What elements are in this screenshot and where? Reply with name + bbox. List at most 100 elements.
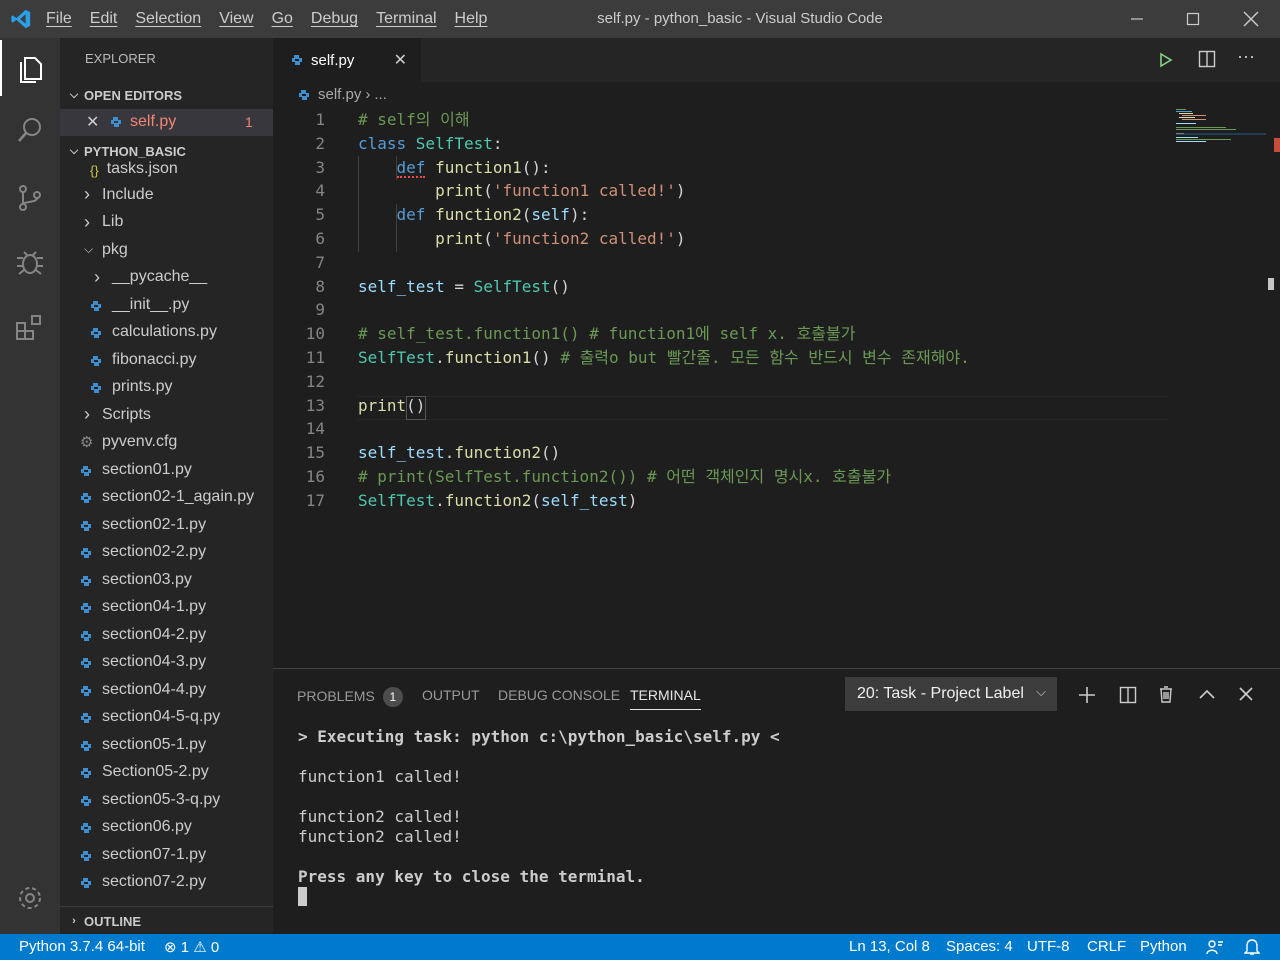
tree-file[interactable]: section02-2.py — [80, 539, 206, 566]
menu-file[interactable]: File — [46, 10, 72, 28]
tree-folder[interactable]: › Lib — [84, 209, 123, 236]
tree-file[interactable]: section04-2.py — [80, 621, 206, 648]
code-token: ): — [569, 205, 590, 225]
open-editors-header[interactable]: ⌵ OPEN EDITORS — [60, 82, 273, 108]
new-terminal-icon[interactable] — [1078, 686, 1096, 704]
minimize-button[interactable] — [1114, 0, 1160, 38]
tree-file[interactable]: fibonacci.py — [90, 346, 197, 373]
menu-terminal[interactable]: Terminal — [376, 10, 436, 28]
language-mode[interactable]: Python — [1140, 938, 1187, 955]
minimap[interactable] — [1176, 108, 1266, 148]
code-token: function2 — [444, 490, 532, 510]
maximize-button[interactable] — [1170, 0, 1216, 38]
tab-problems[interactable]: PROBLEMS 1 — [297, 687, 403, 707]
feedback-icon[interactable] — [1206, 939, 1224, 955]
tree-file[interactable]: section04-4.py — [80, 676, 206, 703]
code-token: ( — [483, 181, 493, 201]
code-token: : — [492, 133, 503, 153]
tree-folder[interactable]: › Include — [84, 181, 154, 208]
close-tab-icon[interactable]: ✕ — [394, 50, 407, 70]
tab-debug-console[interactable]: DEBUG CONSOLE — [498, 687, 620, 703]
search-icon — [18, 118, 41, 142]
split-editor-icon[interactable] — [1198, 50, 1216, 68]
indentation[interactable]: Spaces: 4 — [946, 938, 1013, 955]
tree-file[interactable]: section01.py — [80, 456, 192, 483]
tree-file[interactable]: Section05-2.py — [80, 759, 209, 786]
code-token: ( — [483, 229, 493, 248]
tree-file[interactable]: prints.py — [90, 374, 172, 401]
debug-activity[interactable] — [0, 234, 60, 290]
close-panel-icon[interactable] — [1239, 687, 1253, 701]
tree-file[interactable]: section07-1.py — [80, 841, 206, 868]
menu-debug[interactable]: Debug — [311, 10, 358, 28]
tree-file[interactable]: __init__.py — [90, 291, 189, 318]
notifications-bell-icon[interactable] — [1244, 938, 1260, 956]
settings-activity[interactable] — [0, 870, 60, 926]
explorer-activity[interactable] — [0, 40, 60, 96]
chevron-down-icon: ⌵ — [1036, 684, 1046, 699]
error-count: 1 — [180, 939, 190, 956]
split-terminal-icon[interactable] — [1119, 686, 1137, 704]
tab-label: self.py — [311, 51, 355, 69]
tree-file[interactable]: section05-3-q.py — [80, 786, 220, 813]
encoding[interactable]: UTF-8 — [1027, 938, 1070, 955]
tree-file[interactable]: calculations.py — [90, 319, 217, 346]
tree-file[interactable]: section04-3.py — [80, 649, 206, 676]
outline-header[interactable]: › OUTLINE — [60, 906, 273, 934]
terminal-output[interactable]: > Executing task: python c:\python_basic… — [298, 727, 780, 907]
tree-file[interactable]: section06.py — [80, 814, 192, 841]
python-interpreter[interactable]: Python 3.7.4 64-bit — [19, 938, 145, 955]
search-activity[interactable] — [0, 102, 60, 158]
tree-folder[interactable]: › Scripts — [84, 401, 151, 428]
code-line: 5 def function2(self): — [273, 203, 1263, 227]
tree-file[interactable]: section02-1_again.py — [80, 484, 254, 511]
menu-help[interactable]: Help — [455, 10, 488, 28]
code-line: 7 — [273, 251, 1263, 275]
close-window-button[interactable] — [1228, 0, 1274, 38]
tree-folder[interactable]: ⌵ pkg — [84, 236, 128, 263]
tab-output[interactable]: OUTPUT — [422, 687, 480, 703]
menu-edit[interactable]: Edit — [90, 10, 118, 28]
run-icon[interactable] — [1159, 52, 1173, 68]
menu-view[interactable]: View — [219, 10, 253, 28]
code-token: def — [396, 157, 436, 177]
menu-bar: File Edit Selection View Go Debug Termin… — [46, 0, 505, 38]
tab-self-py[interactable]: self.py ✕ — [273, 38, 421, 82]
problems-status[interactable]: ⊗ 1 ⚠ 0 — [164, 938, 219, 956]
menu-selection[interactable]: Selection — [135, 10, 201, 28]
tree-folder[interactable]: › __pycache__ — [94, 264, 207, 291]
source-control-activity[interactable] — [0, 170, 60, 226]
tree-file[interactable]: section07-2.py — [80, 869, 206, 896]
menu-go[interactable]: Go — [272, 10, 293, 28]
tree-item-partial[interactable]: {} tasks.json — [90, 160, 178, 178]
trash-icon[interactable] — [1158, 685, 1174, 703]
code-editor[interactable]: 1 # self의 이해 2 class SelfTest: 3 def functio… — [273, 108, 1263, 668]
chevron-up-icon[interactable] — [1198, 687, 1216, 701]
editor-tab-bar: self.py ✕ ··· — [273, 38, 1280, 82]
tree-file[interactable]: section03.py — [80, 566, 192, 593]
chevron-right-icon: › — [72, 915, 76, 927]
line-number: 4 — [315, 181, 325, 201]
breadcrumb-more[interactable]: ... — [374, 86, 387, 103]
settings-gear-icon — [19, 887, 41, 909]
editor-scrollbar[interactable] — [1268, 82, 1280, 668]
tab-terminal[interactable]: TERMINAL — [630, 687, 701, 710]
cursor-position[interactable]: Ln 13, Col 8 — [849, 938, 930, 955]
python-file-icon — [90, 299, 102, 311]
tree-file[interactable]: section04-1.py — [80, 594, 206, 621]
extensions-activity[interactable] — [0, 300, 60, 356]
tree-file[interactable]: section02-1.py — [80, 511, 206, 538]
tree-file[interactable]: section04-5-q.py — [80, 704, 220, 731]
more-actions-icon[interactable]: ··· — [1237, 46, 1255, 67]
terminal-select[interactable]: 20: Task - Project Label ⌵ — [845, 677, 1057, 711]
line-ending[interactable]: CRLF — [1087, 938, 1126, 955]
tree-file[interactable]: ⚙ pyvenv.cfg — [80, 429, 177, 456]
breadcrumb-file[interactable]: self.py — [318, 86, 361, 103]
close-editor-icon[interactable]: ✕ — [86, 112, 99, 132]
code-line: 8 self_test = SelfTest() — [273, 275, 1263, 299]
tree-file[interactable]: section05-1.py — [80, 731, 206, 758]
open-editor-filename: self.py — [130, 113, 177, 130]
tree-item-label: prints.py — [112, 378, 173, 395]
open-editor-item[interactable]: ✕ self.py 1 — [60, 109, 273, 136]
